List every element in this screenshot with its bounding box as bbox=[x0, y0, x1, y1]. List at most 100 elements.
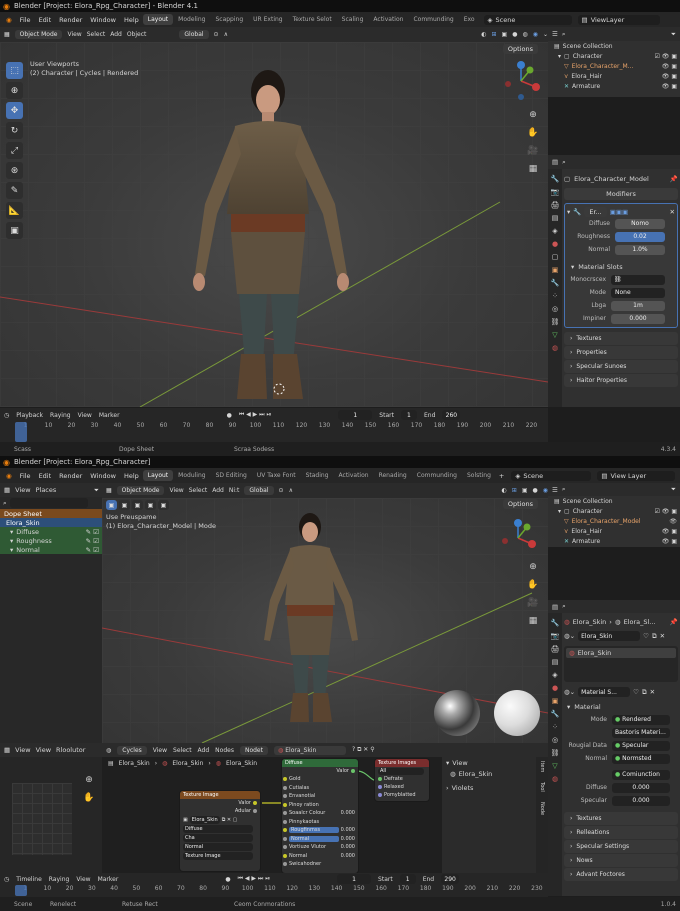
camera-icon[interactable]: 🎥 bbox=[526, 144, 540, 158]
socket-icon[interactable] bbox=[351, 769, 355, 773]
tab-extra[interactable]: Exo bbox=[459, 14, 480, 25]
section-textures[interactable]: › Textures bbox=[564, 812, 678, 825]
dopesheet-object[interactable]: Elora_Skin bbox=[0, 518, 102, 527]
material-browse-icon[interactable]: ◍⌄ bbox=[564, 632, 575, 640]
node-principled[interactable]: Diffuse Valor Gold Cutialas Envanotial Pino… bbox=[282, 759, 358, 873]
data-tab-icon[interactable]: ▽ bbox=[552, 331, 557, 339]
pan-hand-icon[interactable]: ✋ bbox=[82, 791, 96, 805]
world-tab-icon[interactable]: ● bbox=[552, 240, 558, 248]
node-input-row[interactable]: Envanotial bbox=[282, 792, 358, 801]
viewport-3d-top[interactable]: User Viewports (2) Character | Cycles | … bbox=[0, 42, 548, 407]
colorspace-dropdown[interactable]: Texture Image bbox=[183, 851, 253, 860]
cursor-tool-icon[interactable]: ⊕ bbox=[6, 82, 23, 99]
section-properties[interactable]: › Properties bbox=[564, 346, 678, 359]
tab-scripting[interactable]: Solsting bbox=[462, 470, 496, 481]
view-panel-title[interactable]: View bbox=[452, 759, 467, 767]
impiner-field[interactable]: 0.000 bbox=[611, 313, 665, 324]
channel-toggles-icon[interactable]: ✎ ☑ bbox=[86, 537, 102, 545]
socket-icon[interactable] bbox=[283, 862, 287, 867]
socket-icon[interactable] bbox=[253, 801, 257, 805]
projection-dropdown[interactable]: Cha bbox=[183, 833, 253, 842]
shading-rendered-icon[interactable]: ◉ bbox=[533, 31, 538, 38]
modifier-tab-icon[interactable]: 🔧 bbox=[551, 710, 560, 718]
tab-rendering[interactable]: Renading bbox=[374, 470, 412, 481]
object-tab-icon[interactable]: ▣ bbox=[552, 697, 559, 705]
editor-type-icon[interactable]: ▦ bbox=[4, 486, 10, 494]
blender-menu-icon[interactable]: ◉ bbox=[2, 16, 16, 24]
menu-edit[interactable]: Edit bbox=[35, 472, 56, 480]
node-input-row[interactable]: Cutialas bbox=[282, 784, 358, 793]
scene-selector[interactable]: ◈ Scene bbox=[483, 14, 572, 25]
node-editor[interactable]: ◍ Cycles View Select Add Nodes Nodet ◍ El… bbox=[102, 743, 548, 873]
scale-tool-icon[interactable]: ⤢ bbox=[6, 142, 23, 159]
node-input-row[interactable]: Pinoy ration bbox=[282, 801, 358, 810]
mode-dropdown[interactable]: Object Mode bbox=[116, 486, 165, 495]
current-frame[interactable]: 1 bbox=[338, 410, 373, 420]
viewport-3d-bottom[interactable]: ▣ ▣ ▣ ▣ ▣ Use Preuspame (1) Elora_Charac… bbox=[102, 498, 548, 743]
end-frame[interactable]: 260 bbox=[442, 410, 461, 420]
collection-tab-icon[interactable]: ▢ bbox=[552, 253, 559, 261]
menu-window[interactable]: Window bbox=[86, 16, 120, 24]
mode-field[interactable]: ● Rendered bbox=[612, 714, 670, 725]
move-tool-icon[interactable]: ✥ bbox=[6, 102, 23, 119]
menu-render[interactable]: Render bbox=[55, 16, 86, 24]
normal-field[interactable]: ● Normsted bbox=[612, 753, 670, 764]
properties-type-icon[interactable]: ▤ bbox=[552, 158, 558, 166]
section-relleations[interactable]: › Relleations bbox=[564, 826, 678, 839]
dopesheet-channel[interactable]: ▾ Normal ✎ ☑ bbox=[0, 545, 102, 554]
overlay-icon[interactable]: ◐ bbox=[481, 31, 486, 38]
visibility-icon[interactable]: 👁 ▣ bbox=[662, 538, 680, 545]
close-icon[interactable]: ✕ bbox=[660, 632, 665, 640]
section-advant[interactable]: › Advant Foctores bbox=[564, 868, 678, 881]
menu-render[interactable]: Render bbox=[55, 472, 86, 480]
visibility-icon[interactable]: 👁 ▣ bbox=[662, 63, 680, 70]
editor-type-icon[interactable]: ▦ bbox=[106, 487, 112, 494]
constraints-tab-icon[interactable]: ⛓ bbox=[551, 749, 560, 757]
outliner-item[interactable]: ▾ ▢ Character ☑ 👁 ▣ bbox=[548, 51, 680, 61]
render-tab-icon[interactable]: 📷 bbox=[551, 632, 560, 640]
socket-icon[interactable] bbox=[253, 809, 257, 813]
zoom-icon[interactable]: ⊕ bbox=[526, 108, 540, 122]
outliner-item[interactable]: ▽ Elora_Character_M... 👁 ▣ bbox=[548, 61, 680, 71]
editor-type-icon[interactable]: ▦ bbox=[4, 31, 10, 38]
menu-window[interactable]: Window bbox=[86, 472, 120, 480]
socket-icon[interactable] bbox=[283, 802, 287, 807]
overlay-icon[interactable]: ◐ bbox=[502, 487, 507, 494]
filter-icon[interactable]: ⏷ bbox=[671, 485, 680, 494]
material-section-title[interactable]: Material bbox=[574, 703, 600, 711]
socket-icon[interactable] bbox=[378, 785, 382, 789]
tool-tab-icon[interactable]: 🔧 bbox=[551, 619, 560, 627]
sidebar-tab-node[interactable]: Node bbox=[539, 802, 545, 815]
sidebar-tab-item[interactable]: Item bbox=[539, 761, 545, 772]
outliner-type-icon[interactable]: ☰ bbox=[552, 30, 558, 38]
search-icon[interactable]: ⌕ bbox=[562, 30, 566, 39]
clock-icon[interactable]: ◷ bbox=[4, 412, 9, 419]
scene-selector[interactable]: ◈ Scene bbox=[511, 470, 592, 481]
filter-icon[interactable]: ⏷ bbox=[94, 486, 102, 495]
menu-places[interactable]: Places bbox=[36, 486, 57, 494]
view-layer-tab-icon[interactable]: ▤ bbox=[552, 214, 559, 222]
marker-menu[interactable]: Marker bbox=[99, 412, 120, 419]
mode-field[interactable]: None bbox=[611, 287, 665, 298]
gizmo-icon[interactable]: ⊞ bbox=[492, 31, 497, 38]
menu-help[interactable]: Help bbox=[120, 472, 143, 480]
material-tab-icon[interactable]: ◍ bbox=[552, 775, 558, 783]
constraints-tab-icon[interactable]: ⛓ bbox=[551, 318, 560, 326]
options-dropdown[interactable]: Options bbox=[502, 44, 538, 54]
tab-layout[interactable]: Layout bbox=[142, 14, 174, 25]
particles-tab-icon[interactable]: ⁘ bbox=[552, 292, 558, 300]
select-mode-icon[interactable]: ▣ bbox=[145, 500, 156, 510]
properties-type-icon[interactable]: ▤ bbox=[552, 603, 558, 611]
view-layer-tab-icon[interactable]: ▤ bbox=[552, 658, 559, 666]
pan-hand-icon[interactable]: ✋ bbox=[526, 578, 540, 592]
select-mode-icon[interactable]: ▣ bbox=[119, 500, 130, 510]
orientation-dropdown[interactable]: Global bbox=[244, 486, 274, 495]
record-icon[interactable]: ● bbox=[227, 412, 232, 419]
menu-ni[interactable]: Ni:t bbox=[229, 487, 240, 494]
snap-icon[interactable]: ⊙ bbox=[279, 487, 284, 494]
outliner-item[interactable]: ▽ Elora_Character_Model 👁 bbox=[548, 516, 680, 526]
render-tab-icon[interactable]: 📷 bbox=[551, 188, 560, 196]
playhead[interactable] bbox=[15, 885, 27, 896]
viewlayer-selector[interactable]: ▤ ViewLayer bbox=[577, 14, 660, 25]
world-tab-icon[interactable]: ● bbox=[552, 684, 558, 692]
